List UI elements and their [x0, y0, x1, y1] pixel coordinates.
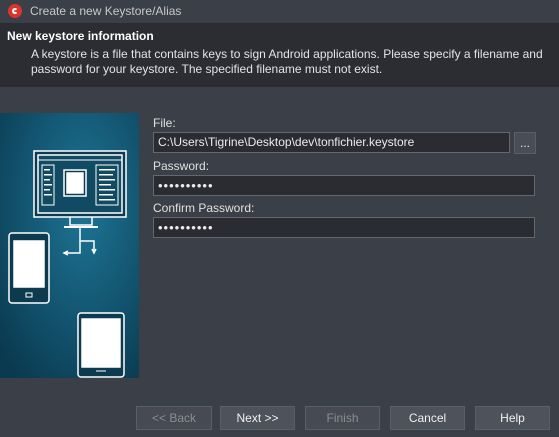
wizard-header: New keystore information A keystore is a… — [0, 23, 559, 87]
keystore-illustration — [0, 113, 139, 378]
confirm-password-label: Confirm Password: — [153, 201, 255, 215]
page-title: New keystore information — [7, 29, 154, 43]
confirm-password-field[interactable]: •••••••••• — [153, 217, 535, 238]
devices-illustration-icon — [0, 113, 139, 378]
browse-button[interactable]: ... — [514, 132, 536, 154]
title-bar: Create a new Keystore/Alias — [0, 0, 559, 22]
app-logo-icon — [8, 4, 22, 18]
window-title: Create a new Keystore/Alias — [30, 4, 182, 18]
help-button[interactable]: Help — [475, 406, 550, 430]
password-label: Password: — [153, 159, 210, 173]
file-path-field[interactable]: C:\Users\Tigrine\Desktop\dev\tonfichier.… — [153, 132, 510, 153]
cancel-button[interactable]: Cancel — [390, 406, 465, 430]
finish-button[interactable]: Finish — [305, 406, 380, 430]
back-button[interactable]: << Back — [136, 406, 212, 430]
page-description: A keystore is a file that contains keys … — [31, 47, 543, 76]
file-label: File: — [153, 116, 176, 130]
wizard-body: File: C:\Users\Tigrine\Desktop\dev\tonfi… — [0, 88, 559, 398]
password-field[interactable]: •••••••••• — [153, 175, 535, 196]
next-button[interactable]: Next >> — [220, 406, 295, 430]
